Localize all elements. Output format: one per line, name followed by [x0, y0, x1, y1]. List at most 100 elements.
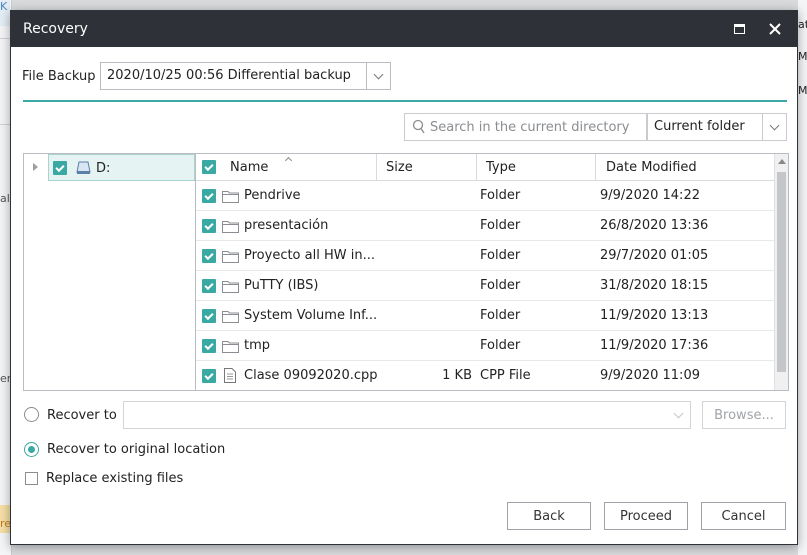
- replace-existing-label: Replace existing files: [46, 471, 184, 486]
- folder-icon: [222, 191, 239, 203]
- proceed-button[interactable]: Proceed: [604, 502, 688, 530]
- cell-type: Folder: [480, 278, 521, 293]
- back-button[interactable]: Back: [507, 502, 591, 530]
- dropdown-arrow[interactable]: [666, 402, 690, 428]
- search-input[interactable]: Search in the current directory: [404, 113, 647, 141]
- cell-type: Folder: [480, 248, 521, 263]
- folder-icon: [222, 341, 239, 353]
- column-header-size[interactable]: Size: [386, 154, 413, 180]
- row-checkbox[interactable]: [202, 249, 216, 263]
- row-checkbox[interactable]: [202, 339, 216, 353]
- table-row[interactable]: Clase 09092020.cpp 1 KB CPP File 9/9/2020 1…: [196, 361, 774, 390]
- recover-original-radio[interactable]: [24, 442, 39, 457]
- search-scope-value: Current folder: [654, 119, 745, 134]
- table-header: Name Size Type Date Modified: [196, 154, 774, 181]
- cell-type: Folder: [480, 308, 521, 323]
- cell-date: 11/9/2020 13:13: [600, 308, 709, 323]
- folder-icon: [222, 281, 239, 293]
- folder-icon: [222, 251, 239, 263]
- cell-name: tmp: [244, 338, 271, 353]
- backup-version-value: 2020/10/25 00:56 Differential backup: [107, 68, 351, 83]
- cell-type: Folder: [480, 188, 521, 203]
- background-text: al: [0, 192, 10, 205]
- table-row[interactable]: Pendrive Folder 9/9/2020 14:22: [196, 181, 774, 211]
- cell-date: 9/9/2020 14:22: [600, 188, 700, 203]
- search-placeholder: Search in the current directory: [430, 120, 630, 135]
- background-text: K: [0, 0, 8, 13]
- scroll-up-icon[interactable]: [778, 159, 786, 164]
- table-row[interactable]: tmp Folder 11/9/2020 17:36: [196, 331, 774, 361]
- sort-ascending-icon: [284, 156, 293, 165]
- tree-item-label: D:: [96, 161, 111, 176]
- title-bar: Recovery: [11, 11, 797, 47]
- cell-date: 9/9/2020 11:09: [600, 368, 700, 383]
- background-app-right: ati My My: [798, 0, 807, 555]
- cell-type: CPP File: [480, 368, 531, 383]
- cancel-button[interactable]: Cancel: [701, 502, 786, 530]
- row-checkbox[interactable]: [202, 309, 216, 323]
- cell-name: presentación: [244, 218, 329, 233]
- cell-name: Pendrive: [244, 188, 301, 203]
- cell-name: Clase 09092020.cpp: [244, 368, 378, 383]
- dropdown-arrow[interactable]: [762, 114, 786, 140]
- cell-date: 11/9/2020 17:36: [600, 338, 709, 353]
- background-tab: K: [0, 0, 10, 26]
- select-all-checkbox[interactable]: [202, 160, 216, 174]
- vertical-scrollbar[interactable]: [774, 154, 788, 390]
- cell-date: 31/8/2020 18:15: [600, 278, 709, 293]
- folder-icon: [222, 311, 239, 323]
- row-checkbox[interactable]: [202, 279, 216, 293]
- folder-tree: D:: [23, 153, 195, 391]
- cell-size: 1 KB: [442, 368, 472, 383]
- cell-name: System Volume Inf...: [244, 308, 378, 323]
- cell-type: Folder: [480, 218, 521, 233]
- search-scope-dropdown[interactable]: Current folder: [647, 113, 787, 141]
- row-checkbox[interactable]: [202, 369, 216, 383]
- close-icon: [769, 23, 781, 35]
- recover-path-dropdown[interactable]: [123, 401, 691, 429]
- search-icon: [412, 119, 425, 134]
- row-checkbox[interactable]: [202, 189, 216, 203]
- drive-icon: [76, 161, 91, 174]
- dialog-title: Recovery: [23, 21, 88, 37]
- background-banner: re: [0, 505, 11, 533]
- recover-to-radio[interactable]: [24, 407, 39, 422]
- cell-name: Proyecto all HW in...: [244, 248, 375, 263]
- row-checkbox[interactable]: [202, 219, 216, 233]
- cell-type: Folder: [480, 338, 521, 353]
- scrollbar-thumb[interactable]: [777, 172, 786, 372]
- background-text: My: [798, 84, 807, 97]
- table-row[interactable]: System Volume Inf... Folder 11/9/2020 13:1…: [196, 301, 774, 331]
- divider: [23, 100, 787, 102]
- background-text: ati: [798, 18, 807, 31]
- recover-to-label: Recover to: [47, 408, 117, 423]
- close-button[interactable]: [757, 11, 793, 47]
- file-icon: [224, 368, 236, 383]
- replace-existing-checkbox[interactable]: [25, 472, 38, 485]
- cell-name: PuTTY (IBS): [244, 278, 319, 293]
- table-row[interactable]: PuTTY (IBS) Folder 31/8/2020 18:15: [196, 271, 774, 301]
- browse-button[interactable]: Browse...: [702, 401, 786, 429]
- cell-date: 26/8/2020 13:36: [600, 218, 709, 233]
- table-row[interactable]: Proyecto all HW in... Folder 29/7/2020 01:…: [196, 241, 774, 271]
- expand-arrow-icon[interactable]: [33, 163, 38, 171]
- backup-version-dropdown[interactable]: 2020/10/25 00:56 Differential backup: [100, 62, 391, 90]
- background-text: My: [798, 50, 807, 63]
- file-backup-label: File Backup: [22, 69, 96, 84]
- chevron-down-icon: [373, 69, 384, 79]
- column-header-name[interactable]: Name: [230, 154, 268, 180]
- dropdown-arrow[interactable]: [366, 63, 390, 89]
- chevron-down-icon: [769, 120, 780, 130]
- recover-original-label: Recover to original location: [47, 442, 226, 457]
- column-header-date-modified[interactable]: Date Modified: [606, 154, 697, 180]
- chevron-down-icon: [673, 408, 683, 418]
- recovery-dialog: Recovery File Backup 2020/10/25 00:56 Di…: [10, 10, 798, 545]
- column-header-type[interactable]: Type: [486, 154, 516, 180]
- tree-checkbox[interactable]: [53, 161, 67, 175]
- table-row[interactable]: presentación Folder 26/8/2020 13:36: [196, 211, 774, 241]
- maximize-button[interactable]: [721, 11, 757, 47]
- folder-icon: [222, 221, 239, 233]
- tree-item-drive-d[interactable]: D:: [48, 154, 195, 181]
- cell-date: 29/7/2020 01:05: [600, 248, 709, 263]
- maximize-icon: [733, 24, 745, 34]
